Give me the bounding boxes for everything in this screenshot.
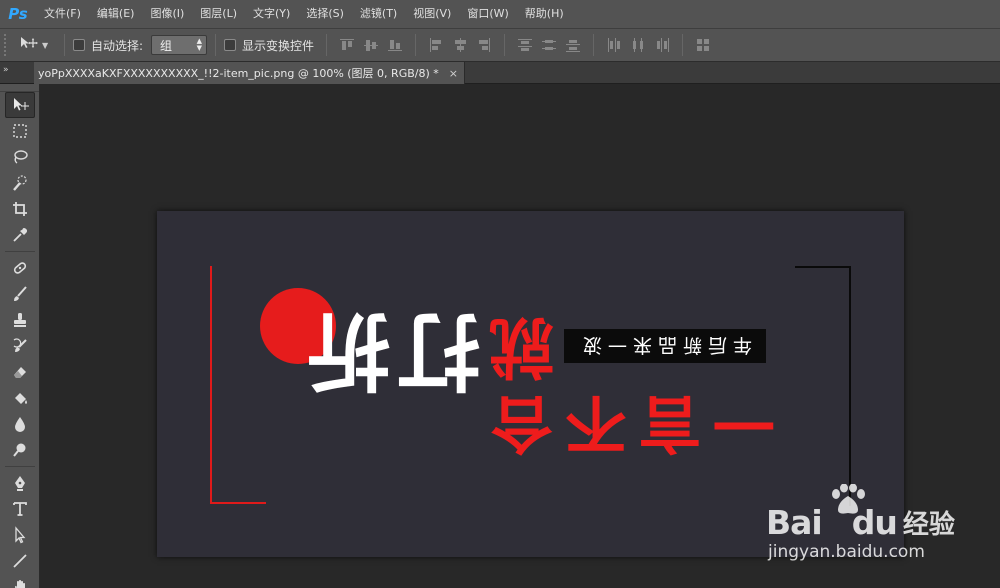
- document-tab-bar: » yoPpXXXXaKXFXXXXXXXXXX_!!2-item_pic.pn…: [0, 62, 1000, 84]
- lasso-icon[interactable]: [5, 144, 35, 170]
- brush-icon[interactable]: [5, 281, 35, 307]
- type-icon[interactable]: [5, 496, 35, 522]
- options-bar-grip[interactable]: [4, 34, 10, 56]
- move-tool-icon: [20, 36, 38, 54]
- show-transform-label: 显示变换控件: [242, 38, 315, 53]
- align-bottom-icon[interactable]: [384, 34, 406, 56]
- tools-panel-grip[interactable]: [0, 84, 39, 92]
- menu-type[interactable]: 文字(Y): [245, 0, 298, 28]
- blur-icon[interactable]: [5, 411, 35, 437]
- menu-help[interactable]: 帮助(H): [517, 0, 572, 28]
- canvas-title-red-text: 一言不合: [478, 387, 775, 460]
- canvas-tag-text: 年后新品来一波: [577, 333, 753, 356]
- canvas-title-white: 打折: [291, 301, 491, 411]
- auto-select-checkbox[interactable]: [73, 39, 85, 51]
- divider: [4, 466, 35, 467]
- canvas-tag-box: 年后新品来一波: [564, 329, 766, 363]
- history-brush-icon[interactable]: [5, 333, 35, 359]
- menu-layer[interactable]: 图层(L): [192, 0, 245, 28]
- move-tool-icon[interactable]: [4, 92, 35, 118]
- align-vertical-center-icon[interactable]: [360, 34, 382, 56]
- distribute-horizontal-center-icon[interactable]: [627, 34, 649, 56]
- clone-stamp-icon[interactable]: [5, 307, 35, 333]
- collapse-panels-icon[interactable]: »: [3, 65, 35, 79]
- red-corner-bracket: [210, 266, 266, 504]
- align-horizontal-center-icon[interactable]: [449, 34, 471, 56]
- pen-icon[interactable]: [5, 470, 35, 496]
- document-tab[interactable]: yoPpXXXXaKXFXXXXXXXXXX_!!2-item_pic.png …: [34, 62, 465, 84]
- align-right-icon[interactable]: [473, 34, 495, 56]
- tools-panel: [0, 84, 40, 588]
- distribute-bottom-icon[interactable]: [562, 34, 584, 56]
- dodge-icon[interactable]: [5, 437, 35, 463]
- auto-select-label: 自动选择:: [91, 38, 144, 53]
- divider: [326, 34, 328, 56]
- distribute-vertical-center-icon[interactable]: [538, 34, 560, 56]
- auto-select-dropdown[interactable]: 组 ▲ ▼: [151, 35, 208, 55]
- menu-file[interactable]: 文件(F): [36, 0, 89, 28]
- eraser-icon[interactable]: [5, 359, 35, 385]
- divider: [682, 34, 684, 56]
- eyedropper-icon[interactable]: [5, 222, 35, 248]
- chevron-down-icon: ▼: [42, 40, 49, 50]
- divider: [215, 34, 217, 56]
- divider: [4, 251, 35, 252]
- quick-selection-icon[interactable]: [5, 170, 35, 196]
- menu-filter[interactable]: 滤镜(T): [352, 0, 405, 28]
- crop-icon[interactable]: [5, 196, 35, 222]
- align-left-icon[interactable]: [425, 34, 447, 56]
- menu-image[interactable]: 图像(I): [142, 0, 192, 28]
- menu-edit[interactable]: 编辑(E): [89, 0, 143, 28]
- tool-preset-picker[interactable]: ▼: [20, 34, 56, 56]
- distribute-left-icon[interactable]: [603, 34, 625, 56]
- menu-view[interactable]: 视图(V): [405, 0, 459, 28]
- canvas-title-red: 一言不合: [477, 387, 777, 471]
- align-top-icon[interactable]: [336, 34, 358, 56]
- paint-bucket-icon[interactable]: [5, 385, 35, 411]
- document-tab-title: yoPpXXXXaKXFXXXXXXXXXX_!!2-item_pic.png …: [38, 67, 439, 80]
- menu-select[interactable]: 选择(S): [298, 0, 352, 28]
- distribute-right-icon[interactable]: [651, 34, 673, 56]
- divider: [64, 34, 65, 56]
- show-transform-checkbox[interactable]: [224, 39, 237, 51]
- path-selection-icon[interactable]: [5, 522, 35, 548]
- spinner-arrows-icon: ▲ ▼: [196, 37, 203, 52]
- image-canvas[interactable]: 打折 就 一言不合 年后新品来一波: [157, 211, 904, 557]
- spot-healing-brush-icon[interactable]: [5, 255, 35, 281]
- photoshop-logo: Ps: [8, 5, 28, 23]
- line-icon[interactable]: [5, 548, 35, 574]
- distribute-top-icon[interactable]: [514, 34, 536, 56]
- document-workspace[interactable]: 打折 就 一言不合 年后新品来一波: [41, 84, 1000, 588]
- divider: [593, 34, 595, 56]
- close-icon[interactable]: ×: [449, 67, 458, 80]
- black-corner-bracket: [795, 266, 851, 506]
- divider: [504, 34, 506, 56]
- auto-align-layers-icon[interactable]: [692, 34, 714, 56]
- hand-icon[interactable]: [5, 574, 35, 588]
- rectangular-marquee-icon[interactable]: [5, 118, 35, 144]
- canvas-title-white-text: 打折: [300, 300, 481, 399]
- options-bar: ▼ 自动选择: 组 ▲ ▼ 显示变换控件: [0, 28, 1000, 62]
- divider: [415, 34, 417, 56]
- menu-bar: Ps 文件(F) 编辑(E) 图像(I) 图层(L) 文字(Y) 选择(S) 滤…: [0, 0, 1000, 28]
- auto-select-value: 组: [160, 38, 173, 53]
- menu-window[interactable]: 窗口(W): [459, 0, 516, 28]
